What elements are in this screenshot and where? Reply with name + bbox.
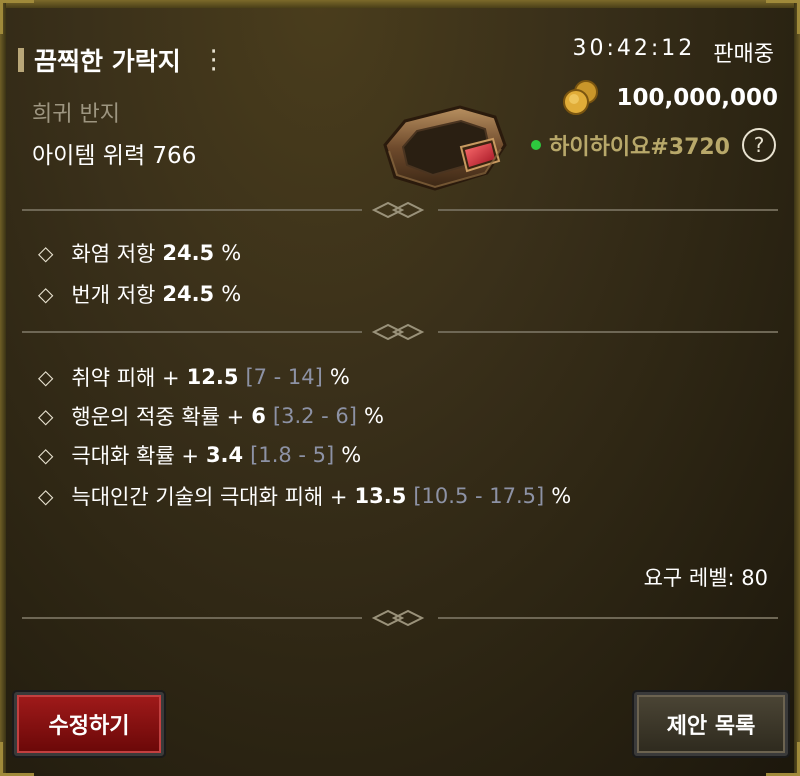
- stat-name: 화염 저항: [71, 242, 156, 266]
- stat-value: 24.5: [162, 282, 215, 306]
- diamond-bullet-icon: ◇: [38, 484, 54, 508]
- item-tooltip-panel: 끔찍한 가락지 ⋮ 희귀 반지 아이템 위력 766 30:42:12 판매중: [0, 0, 800, 776]
- affix-name: 극대화 확률 +: [71, 444, 199, 468]
- affix-row: ◇ 늑대인간 기술의 극대화 피해 + 13.5 [10.5 - 17.5] %: [38, 481, 571, 511]
- gold-coin-icon: [563, 80, 599, 115]
- section-divider: [22, 201, 778, 219]
- affix-name: 취약 피해 +: [71, 366, 180, 390]
- affix-value: 13.5: [354, 484, 407, 508]
- stat-unit: %: [221, 241, 242, 265]
- section-divider: [22, 323, 778, 341]
- kebab-menu-icon[interactable]: ⋮: [201, 47, 227, 73]
- frame-right: [794, 0, 800, 776]
- affix-row: ◇ 취약 피해 + 12.5 [7 - 14] %: [38, 362, 350, 392]
- affix-name: 행운의 적중 확률 +: [71, 405, 245, 429]
- diamond-bullet-icon: ◇: [38, 365, 54, 389]
- affix-range: [7 - 14]: [245, 365, 323, 389]
- seller-row: 하이하이요#3720 ?: [531, 128, 776, 162]
- base-stat-row: ◇ 화염 저항 24.5 %: [38, 238, 241, 268]
- frame-corner-top-left: [0, 0, 34, 34]
- seller-name: 하이하이요#3720: [549, 135, 730, 160]
- affix-unit: %: [551, 484, 572, 508]
- diamond-bullet-icon: ◇: [38, 443, 54, 467]
- affix-unit: %: [341, 443, 362, 467]
- affix-value: 3.4: [205, 443, 244, 467]
- item-power: 아이템 위력 766: [32, 143, 197, 169]
- affix-name: 늑대인간 기술의 극대화 피해 +: [71, 485, 348, 509]
- affix-range: [1.8 - 5]: [250, 443, 335, 467]
- section-divider: [22, 609, 778, 627]
- listing-price: 100,000,000: [616, 85, 778, 111]
- listing-timer: 30:42:12: [572, 36, 696, 61]
- item-name: 끔찍한 가락지: [34, 47, 181, 76]
- listing-status: 판매중: [713, 42, 774, 67]
- listing-price-row: 100,000,000: [562, 78, 778, 118]
- base-stat-row: ◇ 번개 저항 24.5 %: [38, 279, 241, 309]
- affix-range: [10.5 - 17.5]: [413, 484, 545, 508]
- edit-button[interactable]: 수정하기: [14, 692, 164, 756]
- affix-row: ◇ 행운의 적중 확률 + 6 [3.2 - 6] %: [38, 401, 384, 431]
- required-level: 요구 레벨: 80: [643, 566, 768, 590]
- stat-name: 번개 저항: [71, 283, 156, 307]
- frame-corner-top-right: [766, 0, 800, 34]
- diamond-bullet-icon: ◇: [38, 404, 54, 428]
- stat-value: 24.5: [162, 241, 215, 265]
- frame-left: [0, 0, 6, 776]
- diamond-bullet-icon: ◇: [38, 241, 54, 265]
- affix-value: 6: [251, 404, 266, 428]
- affix-value: 12.5: [186, 365, 239, 389]
- diamond-bullet-icon: ◇: [38, 282, 54, 306]
- question-icon[interactable]: ?: [742, 128, 776, 162]
- affix-unit: %: [363, 404, 384, 428]
- affix-row: ◇ 극대화 확률 + 3.4 [1.8 - 5] %: [38, 440, 361, 470]
- item-title-row: 끔찍한 가락지 ⋮: [18, 42, 227, 78]
- frame-top: [0, 0, 800, 8]
- affix-unit: %: [329, 365, 350, 389]
- stat-unit: %: [221, 282, 242, 306]
- item-rarity: 희귀 반지: [32, 102, 120, 127]
- offers-list-button[interactable]: 제안 목록: [634, 692, 788, 756]
- seller-name-link[interactable]: 하이하이요#3720: [531, 129, 730, 161]
- ring-item-image: [383, 105, 507, 191]
- affix-range: [3.2 - 6]: [272, 404, 357, 428]
- online-status-icon: [531, 140, 542, 150]
- listing-timer-row: 30:42:12 판매중: [572, 36, 774, 68]
- title-accent-bar: [18, 48, 24, 72]
